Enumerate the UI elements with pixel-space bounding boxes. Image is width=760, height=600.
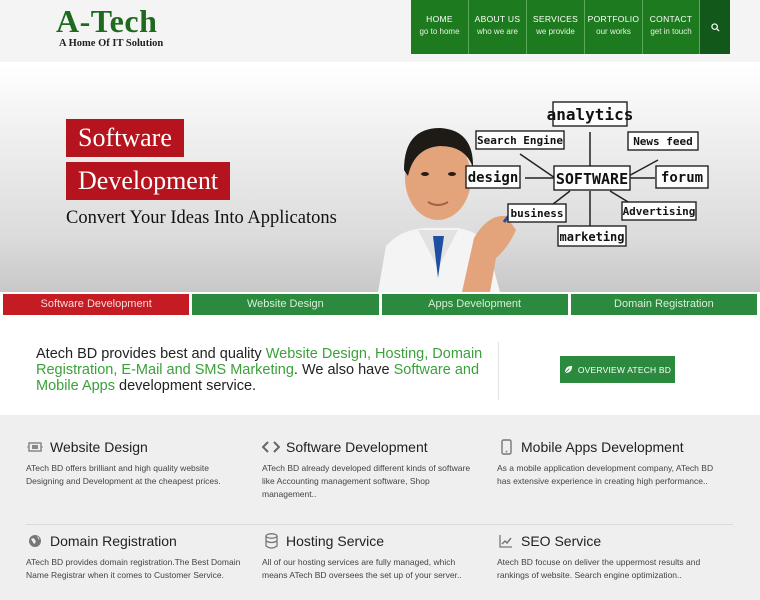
service-title: Mobile Apps Development	[521, 439, 684, 455]
service-title: Website Design	[50, 439, 148, 455]
service-title: SEO Service	[521, 533, 602, 549]
intro-text-part: . We also have	[293, 362, 394, 378]
diagram-word-search-engine: Search Engine	[477, 134, 563, 147]
service-mobile-apps-development[interactable]: Mobile Apps Development As a mobile appl…	[497, 437, 737, 488]
services-row-divider	[26, 524, 733, 525]
hero-banner: Software Development Convert Your Ideas …	[0, 66, 760, 292]
nav-label: CONTACT	[649, 14, 693, 24]
service-software-development[interactable]: Software Development ATech BD already de…	[262, 437, 502, 501]
service-description: All of our hosting services are fully ma…	[262, 557, 462, 580]
service-description: ATech BD offers brilliant and high quali…	[26, 463, 221, 486]
main-nav: HOME go to home ABOUT US who we are SERV…	[411, 0, 730, 54]
logo-tagline: A Home Of IT Solution	[59, 38, 164, 49]
category-tabs: Software Development Website Design Apps…	[3, 294, 757, 315]
logo[interactable]: A-Tech A Home Of IT Solution	[56, 4, 163, 49]
service-description: ATech BD provides domain registration.Th…	[26, 557, 241, 580]
diagram-word-design: design	[468, 170, 519, 186]
diagram-word-business: business	[511, 207, 564, 220]
nav-about-us[interactable]: ABOUT US who we are	[469, 0, 527, 54]
search-icon	[710, 22, 720, 32]
site-header: A-Tech A Home Of IT Solution HOME go to …	[0, 0, 760, 62]
tab-domain-registration[interactable]: Domain Registration	[570, 294, 757, 315]
intro-text-part: Atech BD provides best and quality	[36, 346, 266, 362]
service-title: Domain Registration	[50, 533, 177, 549]
logo-title: A-Tech	[56, 3, 158, 39]
divider	[498, 342, 499, 400]
software-diagram: analytics Search Engine News feed design…	[465, 101, 709, 247]
diagram-word-forum: forum	[661, 170, 703, 186]
nav-home[interactable]: HOME go to home	[411, 0, 469, 54]
service-website-design[interactable]: Website Design ATech BD offers brilliant…	[26, 437, 266, 488]
nav-portfolio[interactable]: PORTFOLIO our works	[585, 0, 643, 54]
service-description: Atech BD focuse on deliver the uppermost…	[497, 557, 701, 580]
diagram-word-news-feed: News feed	[633, 135, 693, 148]
diagram-word-advertising: Advertising	[623, 205, 696, 218]
intro-text: Atech BD provides best and quality Websi…	[36, 346, 486, 394]
service-description: As a mobile application development comp…	[497, 463, 714, 486]
overview-button-label: OVERVIEW ATECH BD	[577, 364, 672, 375]
nav-services[interactable]: SERVICES we provide	[527, 0, 585, 54]
database-icon	[262, 532, 280, 550]
leaf-icon	[564, 365, 572, 374]
overview-button[interactable]: OVERVIEW ATECH BD	[560, 356, 675, 383]
nav-label: SERVICES	[532, 14, 579, 24]
diagram-word-marketing: marketing	[559, 230, 624, 244]
nav-sublabel: go to home	[419, 27, 460, 36]
nav-contact[interactable]: CONTACT get in touch	[643, 0, 700, 54]
tab-website-design[interactable]: Website Design	[192, 294, 379, 315]
service-description: ATech BD already developed different kin…	[262, 463, 471, 499]
mobile-icon	[497, 438, 515, 456]
service-title: Hosting Service	[286, 533, 385, 549]
diagram-word-analytics: analytics	[547, 105, 634, 124]
nav-sublabel: get in touch	[650, 27, 692, 36]
services-section: Website Design ATech BD offers brilliant…	[0, 415, 760, 600]
monitor-icon	[26, 438, 44, 456]
hero-title-line2: Development	[66, 162, 231, 200]
service-hosting[interactable]: Hosting Service All of our hosting servi…	[262, 531, 502, 582]
service-domain-registration[interactable]: Domain Registration ATech BD provides do…	[26, 531, 266, 582]
tab-software-development[interactable]: Software Development	[3, 294, 190, 315]
nav-label: PORTFOLIO	[587, 14, 640, 24]
search-button[interactable]	[700, 0, 730, 54]
tab-apps-development[interactable]: Apps Development	[381, 294, 568, 315]
code-icon	[262, 438, 280, 456]
diagram-word-software: SOFTWARE	[556, 170, 628, 188]
service-title: Software Development	[286, 439, 428, 455]
nav-sublabel: our works	[596, 27, 631, 36]
nav-sublabel: who we are	[477, 27, 518, 36]
nav-sublabel: we provide	[536, 27, 575, 36]
nav-label: HOME	[426, 14, 453, 24]
hero-title-line1: Software	[66, 119, 184, 157]
hero-subtitle: Convert Your Ideas Into Applicatons	[66, 208, 337, 228]
chart-icon	[497, 532, 515, 550]
nav-label: ABOUT US	[474, 14, 521, 24]
globe-icon	[26, 532, 44, 550]
service-seo[interactable]: SEO Service Atech BD focuse on deliver t…	[497, 531, 737, 582]
intro-text-part: development service.	[115, 378, 257, 394]
